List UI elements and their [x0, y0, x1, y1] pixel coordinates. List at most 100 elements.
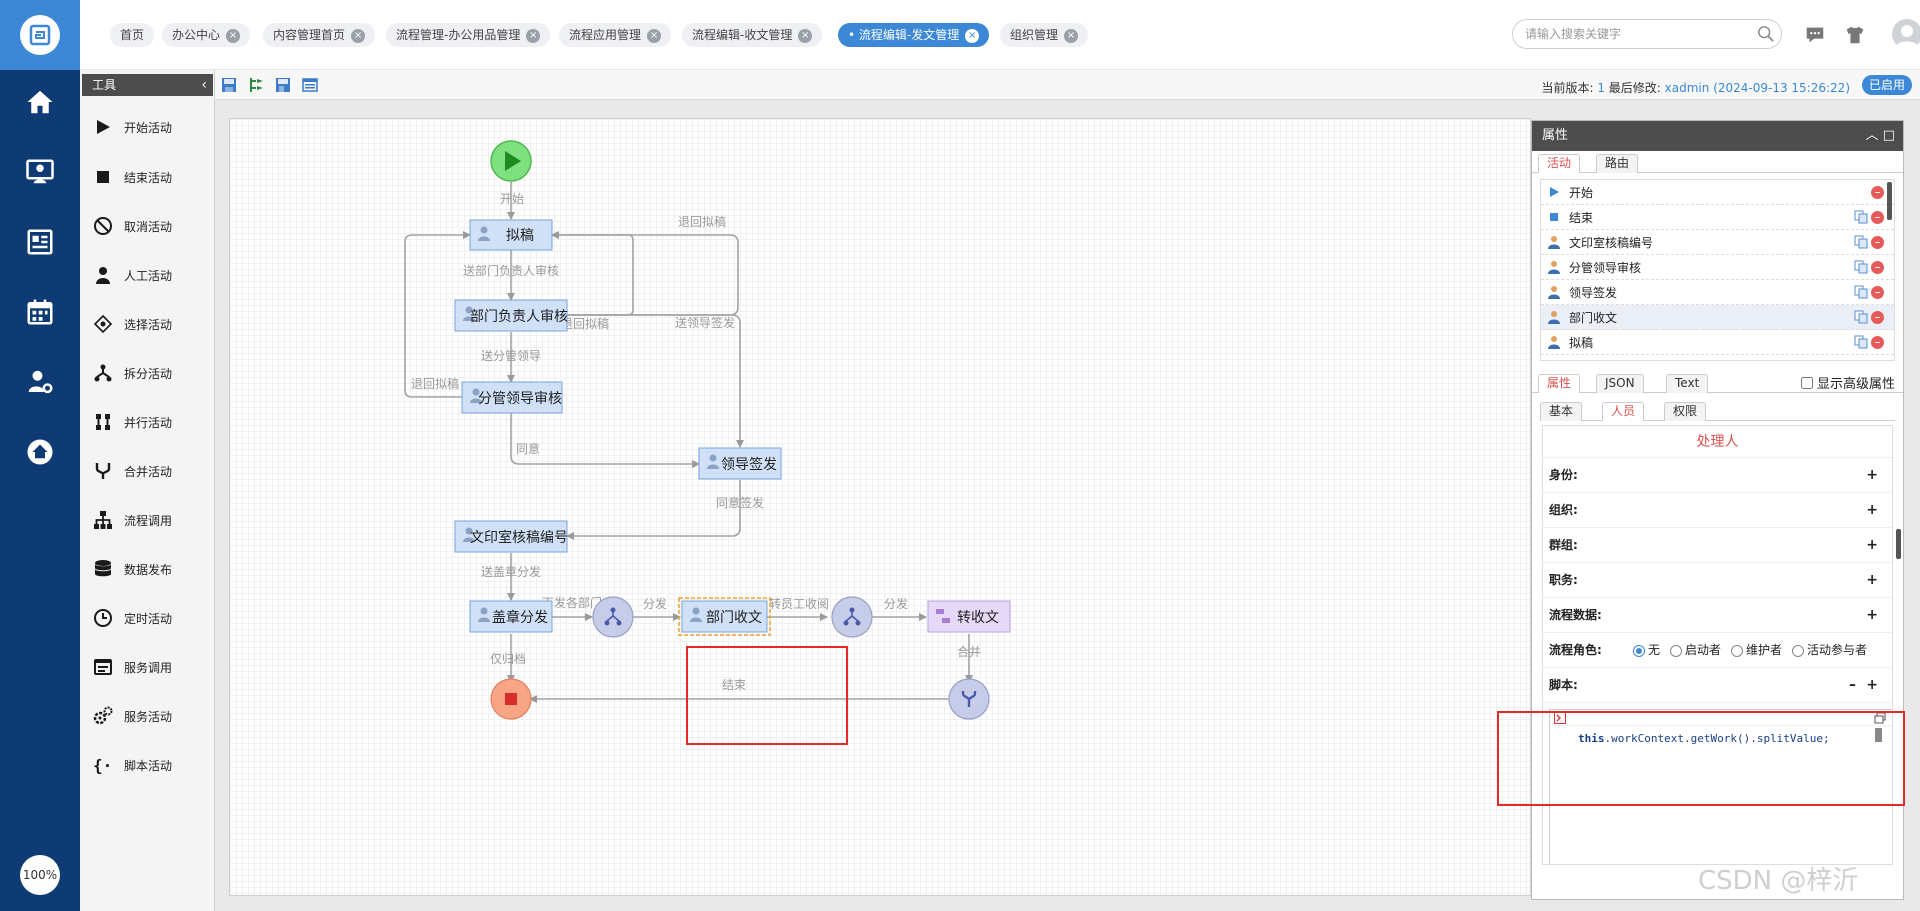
save-icon[interactable] — [221, 77, 237, 93]
chevron-up-icon[interactable]: ︿ — [1866, 128, 1879, 143]
tab-activity[interactable]: 活动 — [1538, 154, 1581, 173]
node-to-receive[interactable]: 转收文 — [927, 600, 1011, 633]
collapse-icon[interactable]: – — [1849, 668, 1856, 703]
view-icon[interactable] — [302, 77, 318, 93]
add-icon[interactable]: + — [1866, 458, 1878, 493]
tab-receive-edit[interactable]: 流程编辑-收文管理 × — [682, 23, 823, 47]
tab-personnel[interactable]: 人员 — [1602, 402, 1645, 421]
publish-icon[interactable] — [248, 77, 264, 93]
search-icon[interactable] — [1757, 25, 1775, 43]
tool-end-activity[interactable]: 结束活动 — [92, 164, 212, 190]
status-badge[interactable]: 已启用 — [1861, 75, 1912, 95]
copy-icon[interactable] — [1854, 335, 1868, 349]
zoom-level[interactable]: 100% — [20, 855, 60, 895]
tool-merge-activity[interactable]: 合并活动 — [92, 458, 212, 484]
end-node[interactable] — [490, 678, 532, 720]
app-logo[interactable] — [0, 0, 80, 70]
tab-office-center[interactable]: 办公中心 × — [162, 23, 251, 47]
tab-app-management[interactable]: 流程应用管理 × — [559, 23, 672, 47]
search-input[interactable] — [1512, 19, 1782, 49]
role-option-none[interactable]: 无 — [1633, 633, 1660, 668]
list-item[interactable]: 结束 – — [1541, 205, 1894, 230]
chevron-left-icon[interactable]: ‹ — [201, 74, 207, 96]
delete-icon[interactable]: – — [1871, 310, 1884, 324]
home-icon[interactable] — [20, 82, 60, 122]
close-icon[interactable]: × — [1064, 28, 1079, 43]
delete-icon[interactable]: – — [1871, 235, 1884, 249]
tab-json[interactable]: JSON — [1596, 374, 1644, 393]
tool-manual-activity[interactable]: 人工活动 — [92, 262, 212, 288]
list-item-selected[interactable]: 部门收文 – — [1541, 305, 1894, 330]
node-office-number[interactable]: 文印室核稿编号 — [454, 520, 568, 553]
list-item[interactable]: 文印室核稿编号 – — [1541, 230, 1894, 255]
avatar[interactable] — [1892, 19, 1920, 49]
copy-icon[interactable] — [1854, 310, 1868, 324]
tool-subprocess[interactable]: 流程调用 — [92, 507, 212, 533]
list-item[interactable]: 分管领导审核 – — [1541, 255, 1894, 280]
role-option-starter[interactable]: 启动者 — [1670, 633, 1721, 668]
role-option-participant[interactable]: 活动参与者 — [1792, 633, 1867, 668]
tool-timer-activity[interactable]: 定时活动 — [92, 605, 212, 631]
tool-split-activity[interactable]: 拆分活动 — [92, 360, 212, 386]
maximize-icon[interactable]: □ — [1883, 128, 1895, 143]
tool-data-publish[interactable]: 数据发布 — [92, 556, 212, 582]
role-option-maintainer[interactable]: 维护者 — [1731, 633, 1782, 668]
tab-send-edit[interactable]: • 流程编辑-发文管理 × — [838, 23, 990, 47]
news-icon[interactable] — [20, 222, 60, 262]
tool-script-activity[interactable]: {·} 脚本活动 — [92, 752, 212, 778]
flow-canvas[interactable]: 开始 退回拟稿 送部门负责人审核 退回拟稿 送领导签发 送分管领导 退回拟稿 同… — [229, 118, 1531, 896]
tool-choice-activity[interactable]: 选择活动 — [92, 311, 212, 337]
copy-icon[interactable] — [1854, 235, 1868, 249]
list-item[interactable]: 开始 – — [1541, 180, 1894, 205]
close-icon[interactable]: × — [226, 28, 241, 43]
user-settings-icon[interactable] — [20, 362, 60, 402]
radio-selected[interactable] — [1633, 644, 1645, 657]
tab-text[interactable]: Text — [1666, 374, 1709, 393]
advanced-toggle[interactable]: 显示高级属性 — [1800, 373, 1895, 392]
copy-icon[interactable] — [1854, 210, 1868, 224]
copy-icon[interactable] — [1854, 285, 1868, 299]
add-icon[interactable]: + — [1866, 563, 1878, 598]
activity-list-scrollbar[interactable] — [1887, 182, 1892, 220]
node-leader-review[interactable]: 分管领导审核 — [461, 381, 563, 414]
node-leader-sign[interactable]: 领导签发 — [698, 447, 782, 480]
delete-icon[interactable]: – — [1871, 260, 1884, 274]
calendar-icon[interactable] — [20, 292, 60, 332]
tab-permission[interactable]: 权限 — [1664, 402, 1707, 421]
tool-parallel-activity[interactable]: 并行活动 — [92, 409, 212, 435]
close-icon[interactable]: × — [647, 28, 662, 43]
delete-icon[interactable]: – — [1871, 185, 1884, 199]
add-icon[interactable]: + — [1866, 598, 1878, 633]
tool-cancel-activity[interactable]: 取消活动 — [92, 213, 212, 239]
tool-service-call[interactable]: 服务调用 — [92, 654, 212, 680]
tool-service-activity[interactable]: 服务活动 — [92, 703, 212, 729]
radio[interactable] — [1670, 644, 1683, 657]
message-icon[interactable] — [1804, 24, 1826, 46]
node-merge[interactable] — [948, 678, 990, 720]
tab-properties[interactable]: 属性 — [1538, 374, 1581, 393]
tab-route[interactable]: 路由 — [1596, 154, 1639, 173]
node-draft[interactable]: 拟稿 — [469, 219, 553, 251]
copy-icon[interactable] — [1854, 260, 1868, 274]
tab-basic[interactable]: 基本 — [1540, 402, 1583, 421]
radio[interactable] — [1792, 644, 1805, 657]
add-icon[interactable]: + — [1866, 528, 1878, 563]
close-icon[interactable]: × — [351, 28, 366, 43]
workspace-icon[interactable] — [20, 152, 60, 192]
close-icon[interactable]: × — [526, 28, 541, 43]
add-icon[interactable]: + — [1866, 493, 1878, 528]
start-node[interactable] — [490, 140, 532, 182]
skin-icon[interactable] — [1844, 24, 1866, 46]
tool-start-activity[interactable]: 开始活动 — [92, 114, 212, 140]
close-icon[interactable]: × — [965, 28, 980, 43]
tab-office-supplies[interactable]: 流程管理-办公用品管理 × — [386, 23, 551, 47]
tab-org-management[interactable]: 组织管理 × — [1000, 23, 1089, 47]
node-stamp[interactable]: 盖章分发 — [469, 600, 553, 633]
delete-icon[interactable]: – — [1871, 285, 1884, 299]
node-split-2[interactable] — [831, 596, 873, 638]
node-dept-review[interactable]: 部门负责人审核 — [454, 299, 568, 332]
delete-icon[interactable]: – — [1871, 335, 1884, 349]
node-split-1[interactable] — [592, 596, 634, 638]
advanced-checkbox[interactable] — [1800, 376, 1813, 389]
properties-scrollbar[interactable] — [1896, 529, 1901, 559]
